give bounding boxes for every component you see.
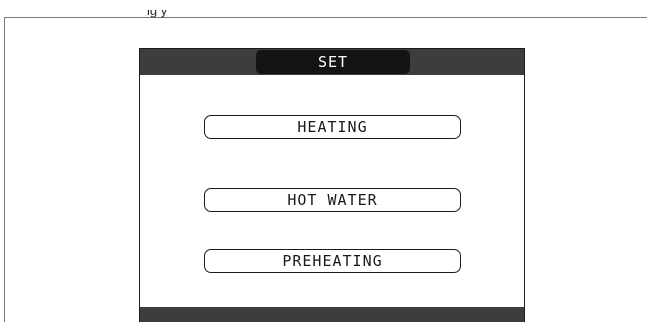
screen-title: SET	[256, 50, 410, 74]
screen-footer-bar	[140, 307, 524, 322]
display-screen: SET HEATING HOT WATER PREHEATING	[139, 48, 525, 322]
outer-frame: ig y SET HEATING HOT WATER PREHEATING	[4, 10, 647, 322]
preheating-button[interactable]: PREHEATING	[204, 249, 461, 273]
page: ig y SET HEATING HOT WATER PREHEATING	[0, 0, 647, 322]
cropped-caption: ig y	[147, 10, 347, 24]
cropped-caption-text: ig y	[147, 10, 168, 18]
screen-header-bar: SET	[140, 49, 524, 75]
hot-water-button[interactable]: HOT WATER	[204, 188, 461, 212]
heating-button[interactable]: HEATING	[204, 115, 461, 139]
